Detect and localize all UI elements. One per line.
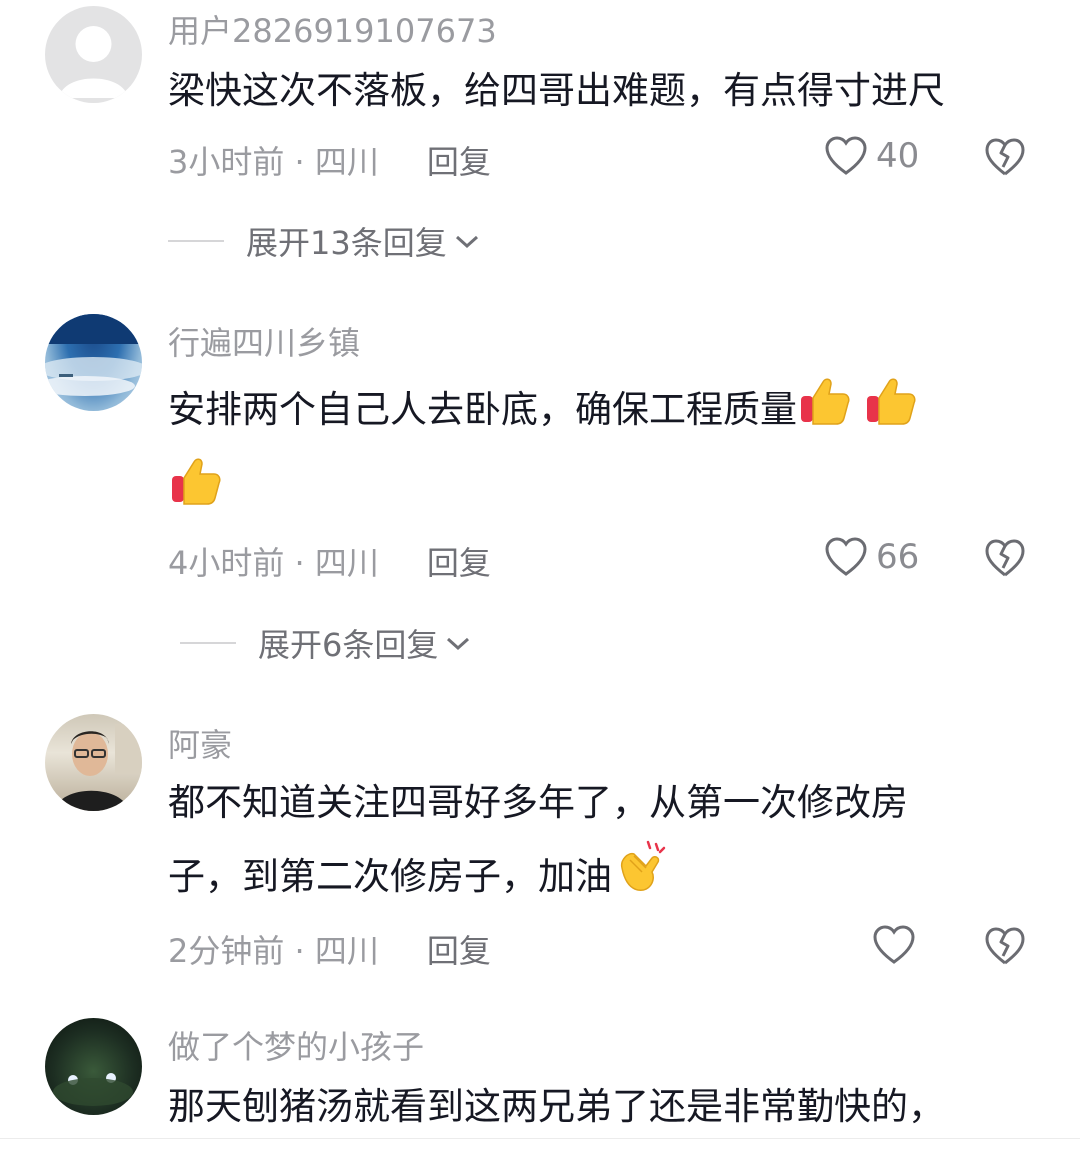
broken-heart-icon [985,138,1025,176]
comment-text-line: 子，到第二次修房子，加油 [168,855,612,898]
avatar[interactable] [45,6,142,103]
heart-outline-icon [825,537,867,576]
comment-username[interactable]: 用户2826919107673 [168,6,497,52]
avatar[interactable] [45,314,142,411]
comment-time-location: 2分钟前 · 四川 [168,932,379,970]
thumbs-up-emoji [168,452,224,531]
dislike-button[interactable] [984,137,1026,181]
broken-heart-icon [985,927,1025,965]
default-avatar-icon [59,26,128,98]
reply-button[interactable]: 回复 [427,544,491,582]
thumbs-up-emoji [863,372,919,451]
heart-outline-icon [873,925,915,964]
clapping-hands-emoji [612,838,670,919]
comment-time-location: 4小时前 · 四川 [168,544,379,582]
comment-text-line: 安排两个自己人去卧底，确保工程质量 [168,388,797,431]
comment-text-line: 都不知道关注四哥好多年了，从第一次修改房 [168,781,908,824]
comment-username[interactable]: 阿豪 [168,720,232,766]
like-button[interactable]: 66 [824,536,919,578]
reply-button[interactable]: 回复 [427,143,491,181]
comment-text: 梁快这次不落板，给四哥出难题，有点得寸进尺 [168,69,945,112]
comment-text: 安排两个自己人去卧底，确保工程质量 [168,372,919,451]
night-avatar-icon [53,1073,133,1106]
expand-replies-button[interactable]: 展开6条回复 [180,620,472,666]
like-count: 40 [876,136,920,176]
comment-meta: 4小时前 · 四川 回复 [168,538,491,584]
like-button[interactable] [872,924,916,966]
expand-replies-button[interactable]: 展开13条回复 [168,218,481,264]
landscape-avatar-icon [45,314,142,396]
avatar[interactable] [45,714,142,811]
like-count: 66 [876,537,920,577]
chevron-down-icon [447,637,470,651]
dislike-button[interactable] [984,538,1026,582]
comment-username[interactable]: 做了个梦的小孩子 [168,1022,424,1068]
chevron-down-icon [455,235,478,249]
reply-button[interactable]: 回复 [427,932,491,970]
broken-heart-icon [985,539,1025,577]
divider-line [168,240,224,242]
thumbs-up-emoji [797,372,853,451]
avatar[interactable] [45,1018,142,1115]
comment-username[interactable]: 行遍四川乡镇 [168,318,360,364]
bottom-divider [0,1138,1080,1139]
expand-replies-label: 展开13条回复 [246,224,447,262]
comment-meta: 2分钟前 · 四川 回复 [168,926,491,972]
divider-line [180,642,236,644]
comment-text-line [168,452,224,531]
comment-meta: 3小时前 · 四川 回复 [168,137,491,183]
like-button[interactable]: 40 [824,135,919,177]
comment-text: 子，到第二次修房子，加油 [168,838,670,919]
comment-time-location: 3小时前 · 四川 [168,143,379,181]
dislike-button[interactable] [984,926,1026,970]
expand-replies-label: 展开6条回复 [258,626,439,664]
heart-outline-icon [825,136,867,175]
comment-text: 那天刨猪汤就看到这两兄弟了还是非常勤快的， [168,1085,945,1128]
person-avatar-icon [55,724,142,811]
